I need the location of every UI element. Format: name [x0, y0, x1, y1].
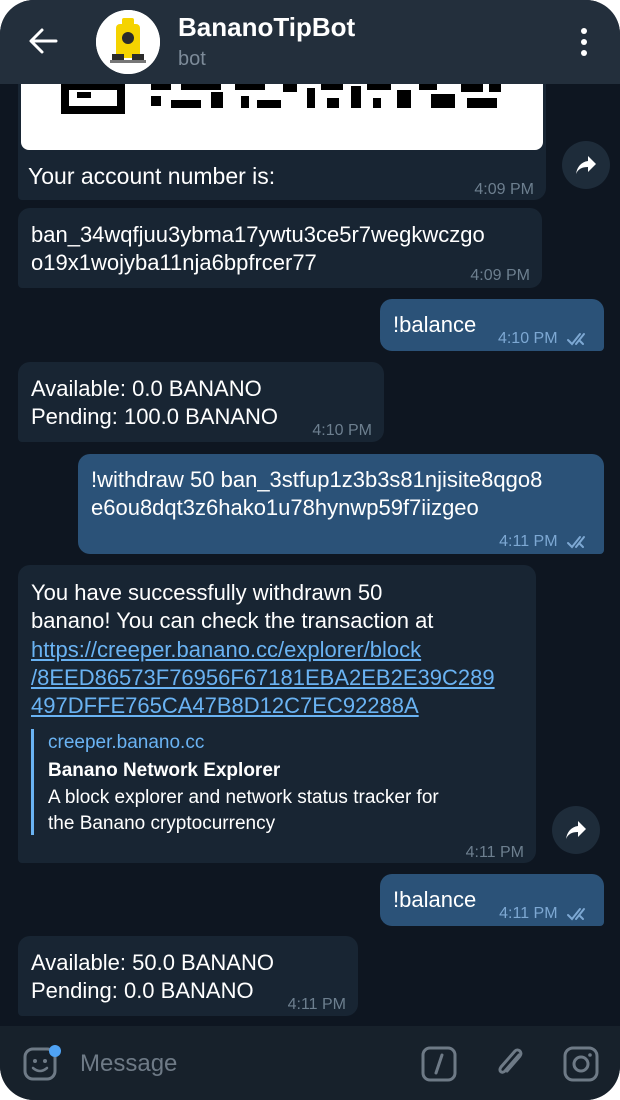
message-time: 4:11 PM [465, 844, 524, 861]
share-button[interactable] [552, 806, 600, 854]
preview-description: the Banano cryptocurrency [48, 813, 276, 834]
share-button[interactable] [562, 141, 610, 189]
message-time-text: 4:10 PM [497, 330, 558, 347]
message-bubble[interactable]: You have successfully withdrawn 50 banan… [18, 565, 536, 863]
transaction-link[interactable]: 497DFFE765CA47B8D12C7EC92288A [31, 692, 419, 720]
message-text: Your account number is: [28, 163, 276, 189]
message-time-text: 4:11 PM [499, 533, 558, 550]
chat-header: BananoTipBot bot [0, 0, 620, 84]
balance-pending: Pending: 100.0 BANANO [31, 404, 279, 429]
bot-avatar[interactable] [96, 10, 160, 74]
message-time: 4:11 PM [287, 996, 346, 1013]
message-text: You have successfully withdrawn 50 [31, 580, 383, 605]
message-text: !balance [393, 312, 477, 337]
withdraw-command-line: !withdraw 50 ban_3stfup1z3b3s81njisite8q… [91, 467, 543, 492]
message-input-bar: Message [0, 1026, 620, 1100]
message-list[interactable]: Your account number is: 4:09 PM ban_34wq… [0, 84, 620, 1026]
chat-title[interactable]: BananoTipBot [178, 12, 355, 43]
message-text: !balance [393, 887, 477, 912]
sticker-icon[interactable] [22, 1044, 62, 1084]
camera-icon[interactable] [563, 1046, 599, 1082]
transaction-link[interactable]: /8EED86573F76956F67181EBA2EB2E39C289 [31, 664, 495, 692]
message-time: 4:11 PM [499, 528, 594, 556]
message-time: 4:09 PM [470, 267, 530, 284]
preview-description: A block explorer and network status trac… [48, 787, 439, 808]
message-input[interactable]: Message [80, 1050, 177, 1078]
banano-logo-icon [96, 10, 160, 74]
message-time: 4:09 PM [474, 181, 534, 198]
transaction-link[interactable]: https://creeper.banano.cc/explorer/block [31, 636, 421, 664]
preview-title: Banano Network Explorer [48, 760, 281, 781]
message-time: 4:10 PM [498, 325, 594, 353]
message-bubble-outgoing[interactable]: !withdraw 50 ban_3stfup1z3b3s81njisite8q… [78, 454, 604, 554]
chat-subtitle: bot [178, 48, 206, 70]
share-icon [566, 821, 586, 839]
command-icon[interactable] [421, 1046, 457, 1082]
message-bubble-outgoing[interactable]: !balance 4:11 PM [380, 874, 604, 926]
back-arrow-icon[interactable] [26, 24, 60, 58]
message-text: banano! You can check the transaction at [31, 608, 434, 633]
balance-pending: Pending: 0.0 BANANO [31, 978, 254, 1003]
more-vertical-icon[interactable] [574, 26, 594, 58]
message-bubble[interactable]: Available: 50.0 BANANO Pending: 0.0 BANA… [18, 936, 358, 1016]
link-preview[interactable]: creeper.banano.cc Banano Network Explore… [31, 729, 511, 835]
double-check-icon [567, 332, 585, 346]
message-bubble[interactable]: Your account number is: 4:09 PM [18, 84, 546, 200]
withdraw-command-line: e6ou8dqt3z6hako1u78hynwp59f7iizgeo [91, 495, 479, 520]
account-address-line: ban_34wqfjuu3ybma17ywtu3ce5r7wegkwczgo [31, 222, 485, 247]
double-check-icon [567, 907, 585, 921]
balance-available: Available: 0.0 BANANO [31, 376, 262, 401]
phone-screen: BananoTipBot bot Your account number is:… [0, 0, 620, 1100]
message-bubble[interactable]: ban_34wqfjuu3ybma17ywtu3ce5r7wegkwczgo o… [18, 208, 542, 288]
message-time: 4:11 PM [499, 900, 594, 928]
account-address-line: o19x1wojyba11nja6bpfrcer77 [31, 250, 317, 275]
double-check-icon [567, 535, 585, 549]
message-bubble-outgoing[interactable]: !balance 4:10 PM [380, 299, 604, 351]
share-icon [576, 156, 596, 174]
qr-code-image[interactable] [21, 84, 543, 150]
message-bubble[interactable]: Available: 0.0 BANANO Pending: 100.0 BAN… [18, 362, 384, 442]
message-time: 4:10 PM [312, 422, 372, 439]
balance-available: Available: 50.0 BANANO [31, 950, 274, 975]
preview-site: creeper.banano.cc [48, 732, 205, 753]
message-time-text: 4:11 PM [499, 905, 558, 922]
attach-icon[interactable] [493, 1045, 529, 1083]
